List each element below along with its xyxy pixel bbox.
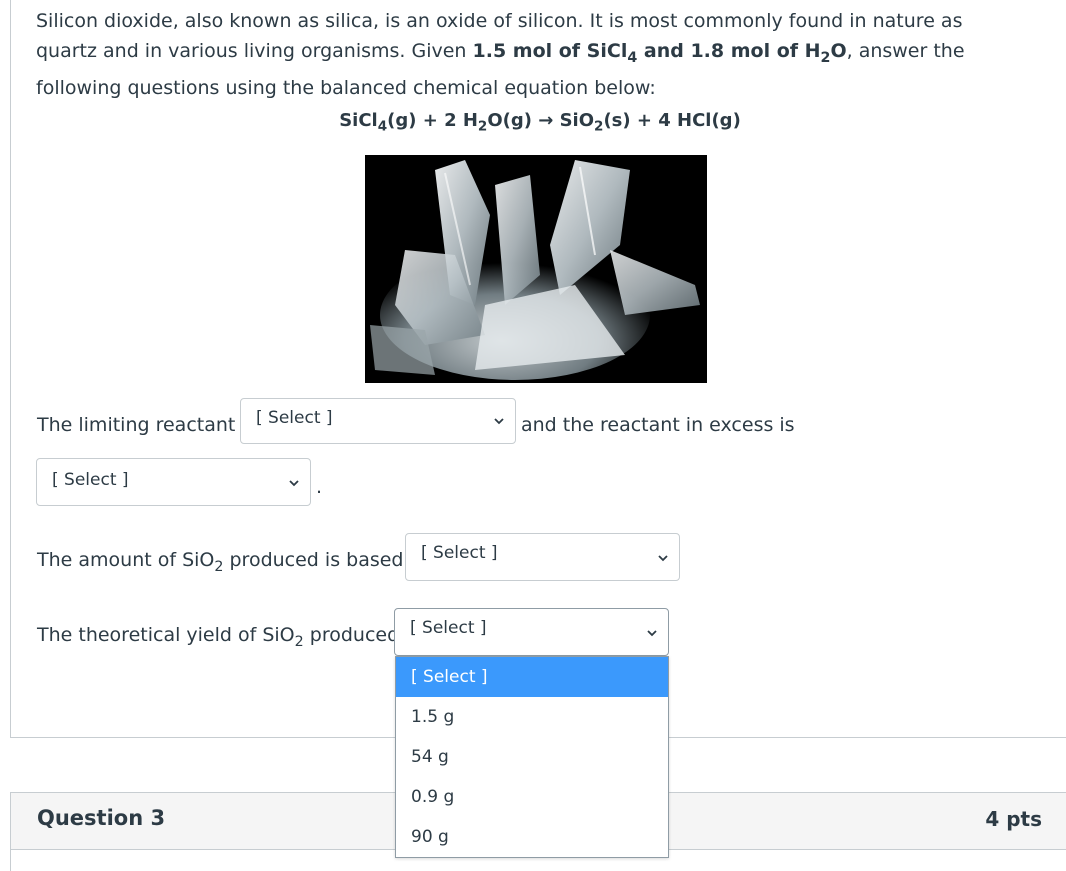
theoretical-yield-options: [ Select ] 1.5 g 54 g 0.9 g 90 g [395,656,669,858]
select-value: [ Select ] [410,618,487,638]
based-on-select[interactable]: [ Select ] [405,533,680,581]
option-0-9-g[interactable]: 0.9 g [396,777,668,817]
sentence-period: . [316,476,323,498]
excess-reactant-label: and the reactant in excess is [521,414,795,436]
select-value: [ Select ] [421,543,498,563]
question-intro: Silicon dioxide, also known as silica, i… [36,6,1016,103]
option-select[interactable]: [ Select ] [396,657,668,697]
limiting-reactant-select[interactable]: [ Select ] [240,398,516,444]
chevron-down-icon [658,555,668,562]
theoretical-yield-label: The theoretical yield of SiO2 produced i… [37,624,421,650]
question-3-points: 4 pts [985,807,1042,831]
chemical-equation: SiCl4(g) + 2 H2O(g) → SiO2(s) + 4 HCl(g) [339,110,741,135]
option-54-g[interactable]: 54 g [396,737,668,777]
panel-border [10,850,11,871]
select-value: [ Select ] [256,408,333,428]
option-90-g[interactable]: 90 g [396,817,668,857]
chevron-down-icon [289,480,299,487]
select-value: [ Select ] [52,470,129,490]
chevron-down-icon [647,630,657,637]
limiting-reactant-label: The limiting reactant is [37,414,257,436]
theoretical-yield-select[interactable]: [ Select ] [394,608,669,656]
based-on-label: The amount of SiO2 produced is based on [37,549,434,575]
given-quantities: 1.5 mol of SiCl4 and 1.8 mol of H2O [472,40,847,66]
quartz-crystal-image [365,155,707,383]
option-1-5-g[interactable]: 1.5 g [396,697,668,737]
chevron-down-icon [494,418,504,425]
question-3-title: Question 3 [37,806,166,830]
excess-reactant-select[interactable]: [ Select ] [36,458,311,506]
quartz-crystal-photo [365,155,707,383]
